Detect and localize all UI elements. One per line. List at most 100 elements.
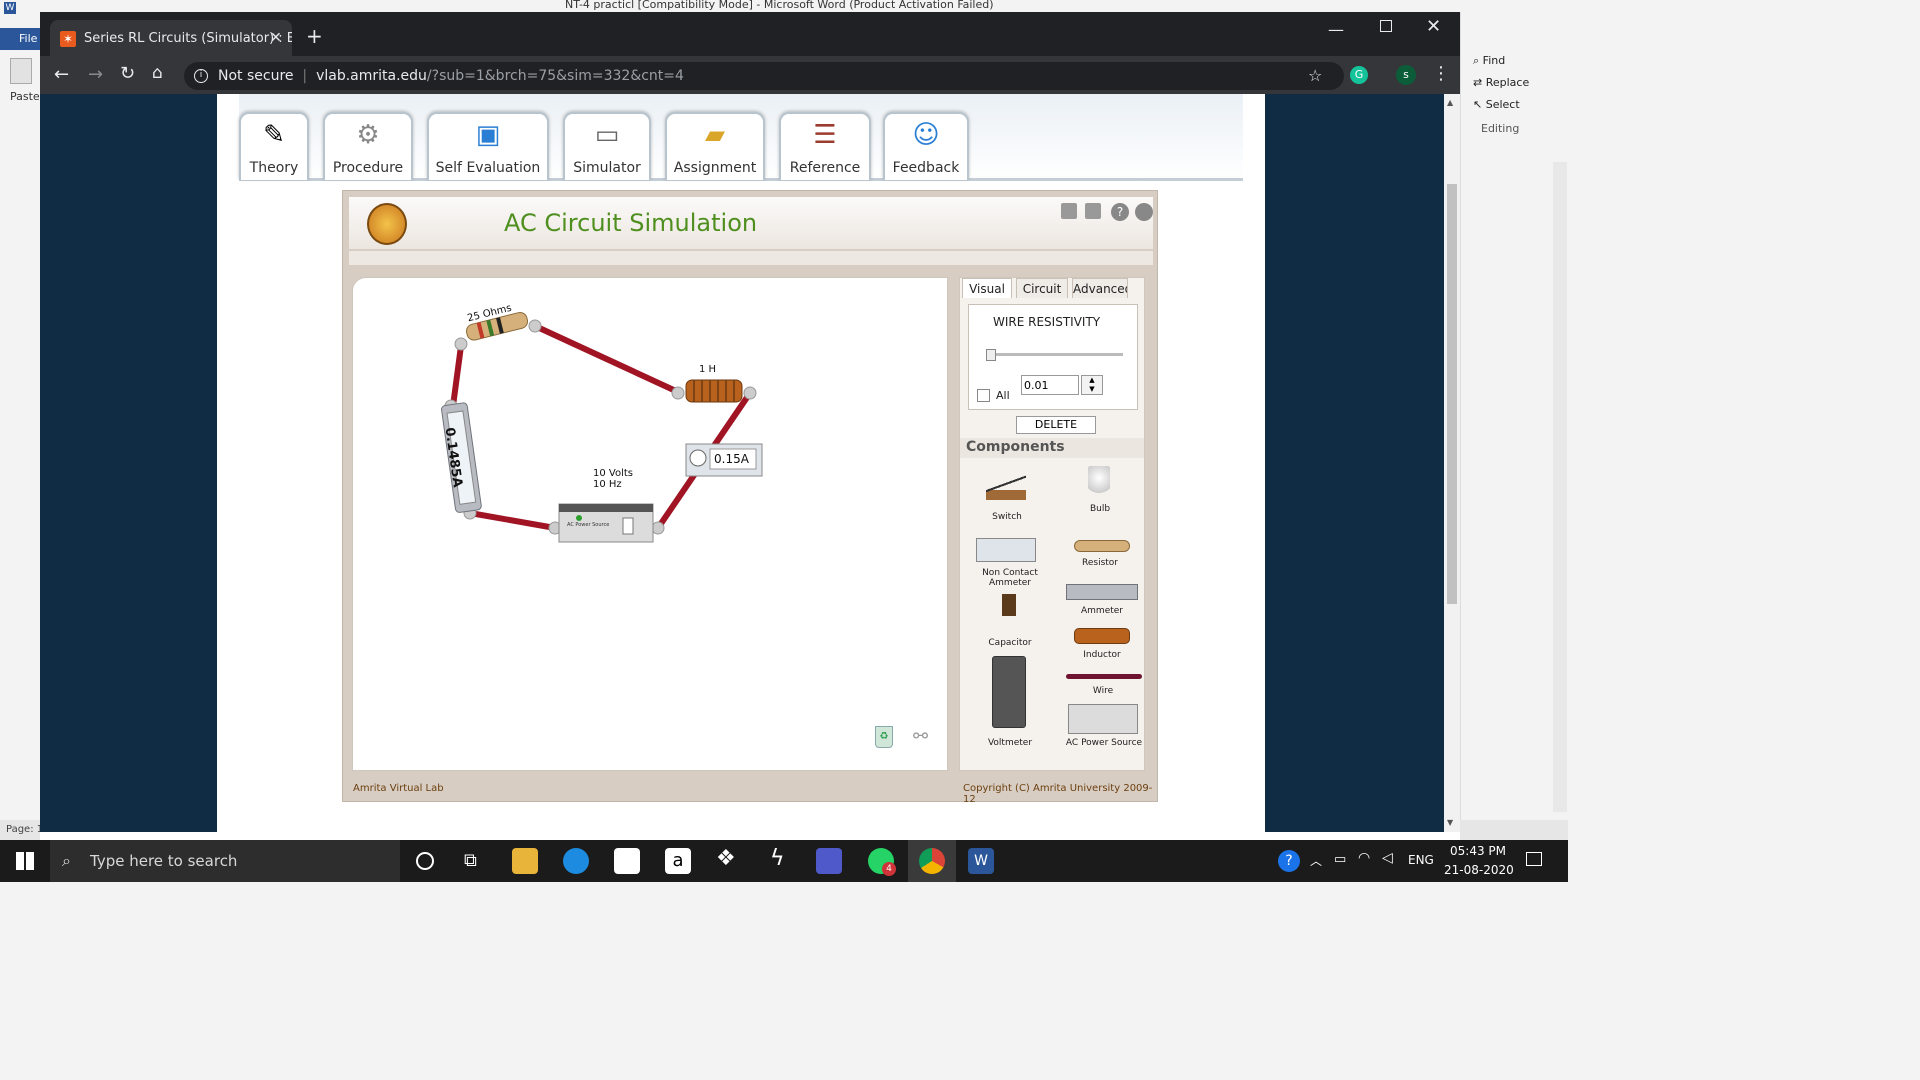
- delete-button[interactable]: DELETE: [1016, 416, 1096, 434]
- dropbox-icon[interactable]: ❖: [716, 846, 736, 871]
- new-tab-icon[interactable]: +: [306, 26, 323, 46]
- node[interactable]: [743, 386, 757, 400]
- node[interactable]: [651, 521, 665, 535]
- find-button[interactable]: ⌕ Find: [1473, 54, 1505, 68]
- voltmeter-icon[interactable]: [992, 656, 1026, 728]
- home-icon[interactable]: ⌂: [152, 63, 163, 83]
- non-contact-ammeter-icon[interactable]: [976, 538, 1036, 562]
- tab-theory[interactable]: ✎ Theory: [239, 112, 309, 180]
- switch-icon[interactable]: [986, 470, 1026, 500]
- resistivity-input[interactable]: [1021, 375, 1079, 395]
- all-checkbox[interactable]: [977, 389, 990, 402]
- browser-tab[interactable]: ✶ Series RL Circuits (Simulator) : Ele ✕: [50, 20, 292, 56]
- file-explorer-icon[interactable]: [512, 848, 538, 874]
- tab-close-icon[interactable]: ✕: [270, 30, 282, 46]
- tab-simulator[interactable]: ▭ Simulator: [563, 112, 651, 180]
- tab-circuit[interactable]: Circuit: [1016, 278, 1068, 298]
- page-scrollbar[interactable]: ▲ ▼: [1444, 94, 1460, 832]
- connection-nodes[interactable]: [444, 319, 757, 535]
- bookmark-star-icon[interactable]: ☆: [1308, 62, 1322, 90]
- reload-icon[interactable]: ↻: [120, 63, 135, 84]
- simulator-toolbar: [349, 251, 1153, 265]
- tab-reference[interactable]: ☰ Reference: [779, 112, 871, 180]
- url-host: vlab.amrita.edu: [316, 68, 427, 84]
- menu-icon[interactable]: ⋮: [1432, 63, 1450, 84]
- fullscreen-icon[interactable]: [1135, 203, 1153, 221]
- language-indicator[interactable]: ENG: [1408, 853, 1434, 867]
- save-icon[interactable]: [1061, 203, 1077, 219]
- node[interactable]: [671, 386, 685, 400]
- wifi-icon[interactable]: ◠: [1358, 850, 1370, 866]
- info-icon[interactable]: i: [194, 69, 208, 83]
- task-view-icon[interactable]: ⧉: [464, 850, 477, 871]
- profile-avatar[interactable]: s: [1396, 65, 1416, 85]
- forward-icon[interactable]: →: [88, 64, 103, 85]
- resistivity-slider-thumb[interactable]: [986, 349, 996, 361]
- cortana-icon[interactable]: [416, 852, 434, 870]
- wire[interactable]: [467, 510, 558, 531]
- inductor-icon[interactable]: [1074, 628, 1130, 644]
- replace-button[interactable]: ⇄ Replace: [1473, 76, 1529, 89]
- teams-icon[interactable]: [816, 848, 842, 874]
- paste-icon[interactable]: [10, 58, 32, 84]
- clock-date[interactable]: 21-08-2020: [1444, 863, 1514, 877]
- minimize-icon[interactable]: —: [1328, 20, 1344, 39]
- capacitor-icon[interactable]: [1002, 594, 1016, 616]
- tab-advanced[interactable]: Advanced: [1072, 278, 1128, 298]
- tab-self-evaluation[interactable]: ▣ Self Evaluation: [427, 112, 549, 180]
- battery-icon[interactable]: ▭: [1334, 852, 1346, 867]
- tab-feedback[interactable]: ☺ Feedback: [883, 112, 969, 180]
- scroll-up-icon[interactable]: ▲: [1447, 98, 1453, 107]
- tab-assignment[interactable]: ▰ Assignment: [665, 112, 765, 180]
- word-file-tab[interactable]: File: [0, 28, 40, 50]
- inductor-label-palette: Inductor: [1083, 650, 1121, 660]
- resistivity-slider-track[interactable]: [989, 353, 1123, 356]
- recycle-bin-icon[interactable]: ♻: [875, 726, 893, 748]
- components-heading: Components: [966, 439, 1065, 455]
- wires[interactable]: [450, 323, 753, 531]
- select-button[interactable]: ↖ Select: [1473, 98, 1520, 111]
- wire[interactable]: [450, 343, 464, 409]
- windows-start-icon[interactable]: [16, 852, 34, 870]
- app-bolt-icon[interactable]: ϟ: [770, 846, 785, 871]
- ammeter-icon[interactable]: [1066, 584, 1138, 600]
- chrome-taskbar-active[interactable]: [908, 840, 956, 882]
- scroll-down-icon[interactable]: ▼: [1447, 818, 1453, 827]
- tray-chevron-icon[interactable]: ︿: [1310, 852, 1322, 869]
- bulb-label: Bulb: [1089, 504, 1111, 514]
- word-taskbar-icon[interactable]: W: [968, 848, 994, 874]
- taskbar-search[interactable]: ⌕ Type here to search: [50, 840, 400, 882]
- bulb-icon[interactable]: [1088, 466, 1110, 500]
- back-icon[interactable]: ←: [54, 64, 69, 85]
- tab-procedure[interactable]: ⚙ Procedure: [323, 112, 413, 180]
- scroll-thumb[interactable]: [1447, 184, 1457, 604]
- grammarly-icon[interactable]: G: [1350, 66, 1368, 84]
- print-icon[interactable]: [1085, 203, 1101, 219]
- tab-self-evaluation-label: Self Evaluation: [435, 160, 541, 176]
- mail-icon[interactable]: [614, 848, 640, 874]
- clock-time[interactable]: 05:43 PM: [1450, 844, 1506, 858]
- amazon-icon[interactable]: a: [665, 848, 691, 874]
- ac-power-source-icon[interactable]: [1068, 704, 1138, 734]
- paste-label[interactable]: Paste: [10, 90, 40, 103]
- circuit-canvas[interactable]: 25 Ohms 1 H 0.1485A 0.15A 10 Volts 10 Hz…: [352, 277, 948, 771]
- node[interactable]: [528, 319, 542, 333]
- node[interactable]: [454, 337, 468, 351]
- wire[interactable]: [532, 323, 681, 395]
- maximize-icon[interactable]: [1380, 20, 1392, 32]
- help-tray-icon[interactable]: ?: [1278, 850, 1300, 872]
- link-icon[interactable]: ⚯: [913, 726, 928, 747]
- whatsapp-icon[interactable]: 4: [868, 848, 896, 876]
- wire-icon[interactable]: [1066, 674, 1142, 679]
- resistivity-stepper[interactable]: ▲ ▼: [1081, 375, 1103, 395]
- notifications-icon[interactable]: [1526, 852, 1542, 866]
- tab-visual[interactable]: Visual: [962, 278, 1012, 298]
- resistor-icon[interactable]: [1074, 540, 1130, 552]
- edge-icon[interactable]: [563, 848, 589, 874]
- word-scrollbar[interactable]: [1553, 162, 1567, 812]
- volume-icon[interactable]: ◁: [1382, 850, 1393, 866]
- inductor[interactable]: [685, 379, 743, 403]
- omnibox[interactable]: i Not secure | vlab.amrita.edu/?sub=1&br…: [184, 62, 1344, 90]
- help-icon[interactable]: ?: [1111, 203, 1129, 221]
- window-close-icon[interactable]: ✕: [1426, 16, 1441, 37]
